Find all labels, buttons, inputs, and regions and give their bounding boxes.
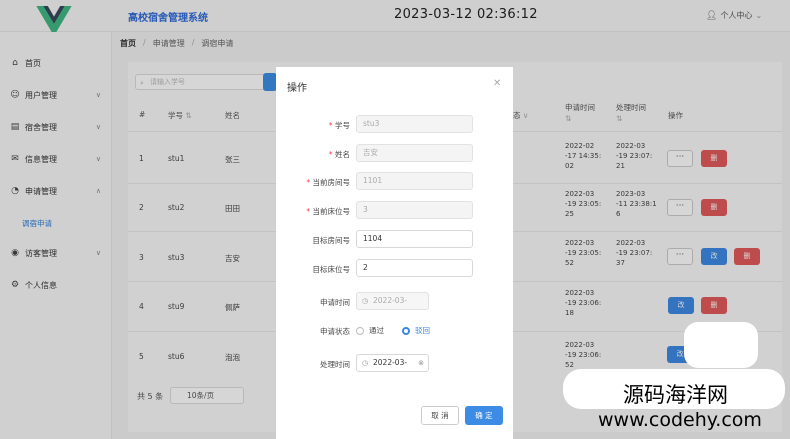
confirm-button[interactable]: 确 定 — [465, 406, 503, 425]
field-label-target-room: 目标房间号 — [312, 236, 351, 245]
watermark-text: 源码海洋网 — [623, 383, 728, 407]
process-time-picker[interactable]: ◷ 2022-03- ⊗ — [356, 354, 429, 372]
target-room-field[interactable]: 1104 — [356, 230, 473, 248]
target-bed-field[interactable]: 2 — [356, 259, 473, 277]
field-label-name: * 姓名 — [328, 150, 350, 159]
apply-time-value: 2022-03- — [373, 296, 408, 305]
field-label-apply-time: 申请时间 — [320, 298, 350, 307]
field-label-target-bed: 目标床位号 — [312, 265, 351, 274]
status-radio-approve[interactable]: 通过 — [356, 325, 384, 336]
cancel-button[interactable]: 取 消 — [421, 406, 459, 425]
watermark-url: www.codehy.com — [598, 409, 762, 431]
clear-icon[interactable]: ⊗ — [418, 355, 424, 371]
watermark-backdrop — [684, 322, 758, 368]
radio-label: 通过 — [369, 326, 384, 335]
apply-time-picker[interactable]: ◷ 2022-03- — [356, 292, 429, 310]
status-radio-reject[interactable]: 驳回 — [402, 325, 430, 336]
student-id-field[interactable]: stu3 — [356, 115, 473, 133]
field-label-current-room: * 当前房间号 — [306, 178, 350, 187]
calendar-icon: ◷ — [362, 359, 369, 367]
calendar-icon: ◷ — [362, 297, 369, 305]
process-time-value: 2022-03- — [373, 358, 408, 367]
field-label-status: 申请状态 — [320, 327, 350, 336]
field-label-current-bed: * 当前床位号 — [306, 207, 350, 216]
current-bed-field[interactable]: 3 — [356, 201, 473, 219]
radio-circle — [356, 326, 364, 335]
radio-circle-selected — [402, 326, 410, 335]
dialog-title: 操作 — [287, 83, 307, 94]
field-label-student-id: * 学号 — [328, 121, 350, 130]
name-field[interactable]: 吉安 — [356, 144, 473, 162]
operation-dialog: 操作 ✕ * 学号 stu3 * 姓名 吉安 * 当前房间号 1101 * 当前… — [276, 67, 513, 439]
field-label-process-time: 处理时间 — [320, 360, 350, 369]
radio-label: 驳回 — [415, 326, 430, 335]
close-icon[interactable]: ✕ — [493, 78, 501, 89]
current-room-field[interactable]: 1101 — [356, 172, 473, 190]
